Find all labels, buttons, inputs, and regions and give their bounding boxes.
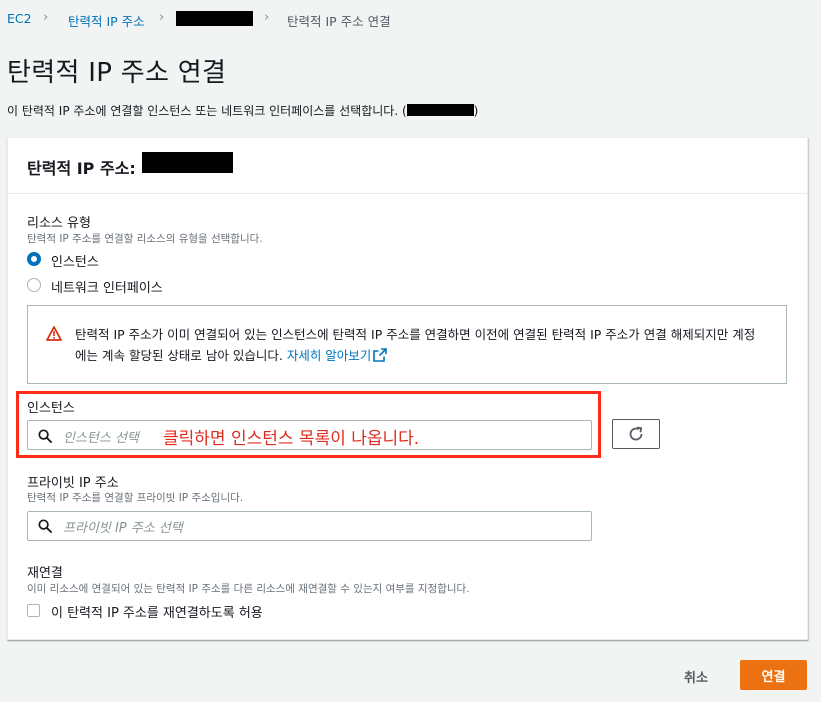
radio-network-interface[interactable] xyxy=(27,278,41,292)
learn-more-link[interactable]: 자세히 알아보기 xyxy=(287,348,371,363)
resource-type-label: 리소스 유형 xyxy=(27,216,91,231)
warning-alert-message: 탄력적 IP 주소가 이미 연결되어 있는 인스턴스에 탄력적 IP 주소를 연… xyxy=(75,327,756,363)
redacted-ip xyxy=(142,152,233,173)
radio-instance[interactable] xyxy=(27,252,41,266)
reassociation-checkbox-label[interactable]: 이 탄력적 IP 주소를 재연결하도록 허용 xyxy=(51,602,263,621)
instance-annotation: 클릭하면 인스턴스 목록이 나옵니다. xyxy=(163,429,420,449)
page-description-close: ) xyxy=(473,104,479,118)
panel-divider xyxy=(7,193,808,194)
chevron-right-icon: › xyxy=(159,10,165,25)
search-icon xyxy=(38,428,52,447)
resource-type-hint: 탄력적 IP 주소를 연결할 리소스의 유형을 선택합니다. xyxy=(27,233,263,245)
breadcrumb-elastic-ips[interactable]: 탄력적 IP 주소 xyxy=(68,11,145,30)
private-ip-label: 프라이빗 IP 주소 xyxy=(27,476,119,491)
associate-button[interactable]: 연결 xyxy=(740,660,807,690)
redacted-id xyxy=(406,104,474,116)
radio-network-interface-label[interactable]: 네트워크 인터페이스 xyxy=(51,277,163,296)
search-icon xyxy=(38,518,52,537)
reassociation-checkbox[interactable] xyxy=(27,604,40,617)
cancel-button[interactable]: 취소 xyxy=(684,667,708,686)
page-description: 이 탄력적 IP 주소에 연결할 인스턴스 또는 네트워크 인터페이스를 선택합… xyxy=(7,102,478,119)
warning-icon xyxy=(46,326,62,345)
reassociation-hint: 이미 리소스에 연결되어 있는 탄력적 IP 주소를 다른 리소스에 재연결할 … xyxy=(27,583,470,595)
panel-title: 탄력적 IP 주소: xyxy=(27,159,136,178)
private-ip-hint: 탄력적 IP 주소를 연결할 프라이빗 IP 주소입니다. xyxy=(27,492,244,504)
radio-instance-label[interactable]: 인스턴스 xyxy=(51,251,99,270)
breadcrumb-current: 탄력적 IP 주소 연결 xyxy=(287,14,391,29)
chevron-right-icon: › xyxy=(43,10,49,25)
reassociation-label: 재연결 xyxy=(27,566,63,581)
warning-alert-text: 탄력적 IP 주소가 이미 연결되어 있는 인스턴스에 탄력적 IP 주소를 연… xyxy=(75,324,765,368)
breadcrumb-redacted-id[interactable] xyxy=(176,11,253,26)
instance-select-placeholder: 인스턴스 선택 xyxy=(63,431,139,446)
breadcrumb-ec2[interactable]: EC2 xyxy=(7,11,32,26)
instance-label: 인스턴스 xyxy=(27,401,75,416)
associate-panel xyxy=(7,137,808,640)
page-title: 탄력적 IP 주소 연결 xyxy=(7,58,227,88)
private-ip-select-placeholder: 프라이빗 IP 주소 선택 xyxy=(63,521,183,536)
page-description-text: 이 탄력적 IP 주소에 연결할 인스턴스 또는 네트워크 인터페이스를 선택합… xyxy=(7,104,407,118)
refresh-icon xyxy=(627,425,645,447)
external-link-icon[interactable] xyxy=(373,347,388,368)
chevron-right-icon: › xyxy=(264,10,270,25)
